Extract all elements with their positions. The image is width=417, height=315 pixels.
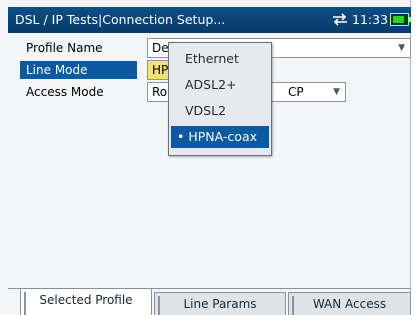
title-bar: DSL / IP Tests|Connection Setup... 11:33 bbox=[8, 7, 411, 33]
line-mode-dropdown[interactable]: Ethernet ADSL2+ VDSL2 • HPNA-coax bbox=[168, 42, 272, 156]
chevron-down-icon[interactable]: ▼ bbox=[333, 83, 340, 101]
tab-selected-profile[interactable]: Selected Profile bbox=[20, 289, 152, 315]
tab-wan-access[interactable]: WAN Access bbox=[288, 292, 411, 315]
dropdown-option-hpna-coax[interactable]: • HPNA-coax bbox=[171, 126, 269, 148]
network-activity-icon bbox=[332, 13, 350, 27]
profile-name-label: Profile Name bbox=[26, 41, 103, 55]
window-title: DSL / IP Tests|Connection Setup... bbox=[15, 12, 226, 27]
tab-line-params[interactable]: Line Params bbox=[154, 292, 286, 315]
line-mode-label: Line Mode bbox=[20, 61, 137, 79]
dropdown-option-adsl2plus[interactable]: ADSL2+ bbox=[171, 74, 269, 96]
access-mode-value-suffix: CP bbox=[288, 85, 304, 99]
chevron-down-icon[interactable]: ▼ bbox=[398, 39, 405, 57]
dropdown-option-ethernet[interactable]: Ethernet bbox=[171, 48, 269, 70]
app-window: DSL / IP Tests|Connection Setup... 11:33… bbox=[0, 0, 411, 315]
tab-bar: Selected Profile Line Params WAN Access bbox=[8, 288, 411, 315]
clock: 11:33 bbox=[352, 12, 389, 27]
battery-icon bbox=[390, 13, 411, 26]
access-mode-label: Access Mode bbox=[26, 85, 104, 99]
dropdown-option-vdsl2[interactable]: VDSL2 bbox=[171, 100, 269, 122]
